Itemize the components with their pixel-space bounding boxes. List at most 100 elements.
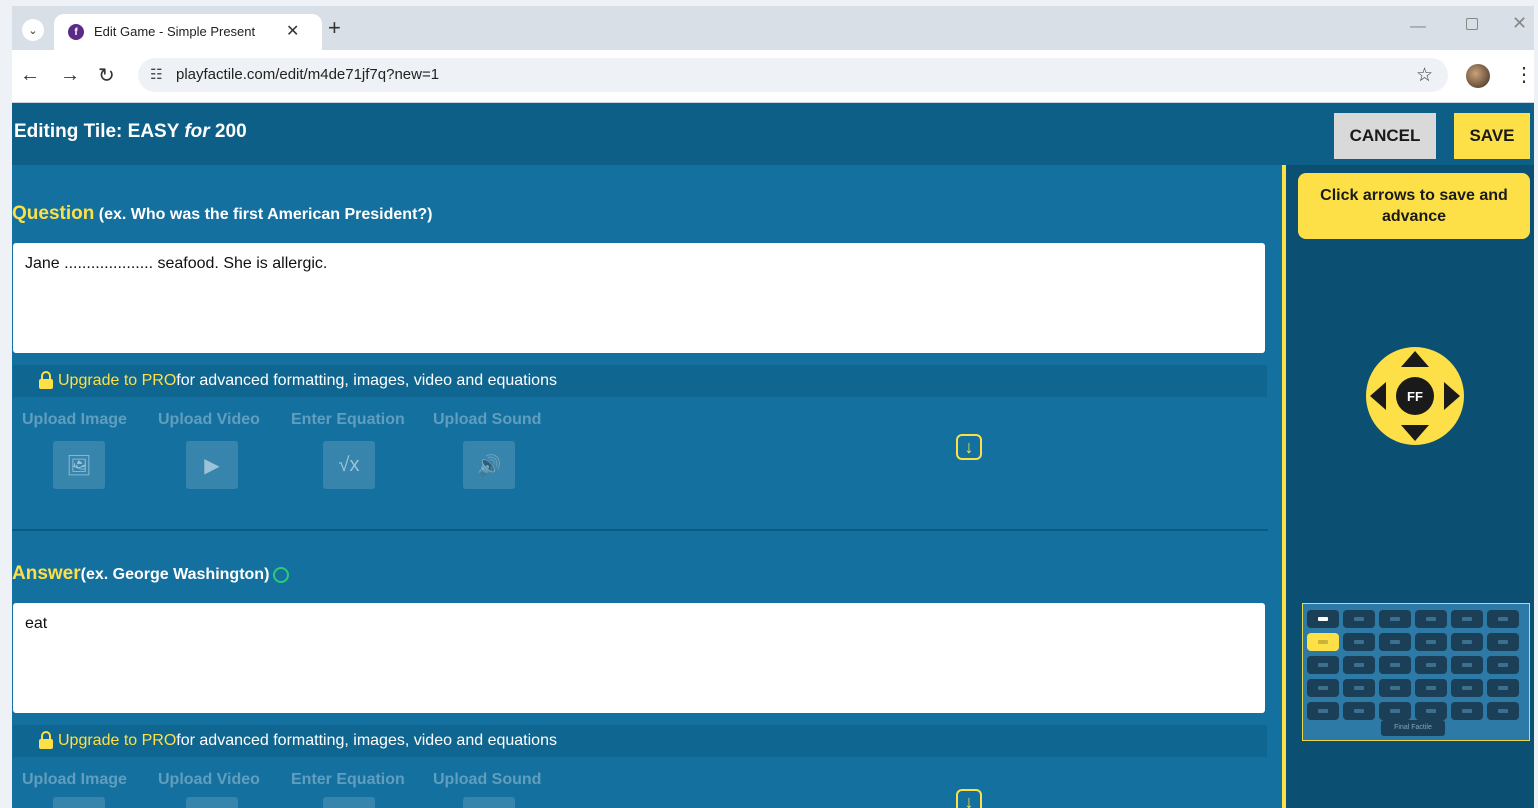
- browser-menu-icon[interactable]: ⋮: [1514, 62, 1534, 87]
- question-upgrade-bar: Upgrade to PROfor advanced formatting, i…: [13, 365, 1267, 397]
- minimap-tile[interactable]: [1307, 633, 1339, 651]
- new-tab-icon[interactable]: +: [328, 17, 341, 39]
- tab-close-icon[interactable]: ✕: [286, 21, 299, 41]
- minimap-tile[interactable]: [1343, 656, 1375, 674]
- editor-header: Editing Tile: EASY for 200 CANCEL SAVE: [12, 103, 1534, 165]
- minimap-tile[interactable]: [1307, 656, 1339, 674]
- right-arrow-icon[interactable]: [1444, 382, 1460, 410]
- minimap-tile[interactable]: [1487, 633, 1519, 651]
- minimap-tile[interactable]: [1451, 702, 1483, 720]
- minimap-tile[interactable]: [1379, 633, 1411, 651]
- question-title: Question: [12, 203, 95, 224]
- minimap-tile[interactable]: [1379, 610, 1411, 628]
- site-info-icon[interactable]: ☷: [150, 66, 163, 83]
- lock-icon: [39, 731, 53, 749]
- minimap-tile[interactable]: [1451, 679, 1483, 697]
- advance-tip: Click arrows to save and advance: [1298, 173, 1530, 239]
- upload-image-label: Upload Image: [22, 771, 127, 788]
- forward-arrow-icon[interactable]: →: [60, 64, 80, 87]
- factile-favicon-icon: f: [68, 24, 84, 40]
- minimap-tile[interactable]: [1415, 679, 1447, 697]
- title-for: for: [184, 121, 210, 142]
- title-value: 200: [209, 121, 247, 142]
- save-button[interactable]: SAVE: [1454, 113, 1530, 159]
- title-prefix: Editing Tile: EASY: [14, 121, 185, 142]
- minimap-tile[interactable]: [1379, 656, 1411, 674]
- minimap-tile[interactable]: [1487, 702, 1519, 720]
- back-arrow-icon[interactable]: ←: [20, 64, 40, 87]
- question-hint: (ex. Who was the first American Presiden…: [94, 206, 433, 223]
- upgrade-message: Upgrade to PROfor advanced formatting, i…: [58, 372, 557, 390]
- navigation-sidebar: Click arrows to save and advance FF Fina…: [1282, 165, 1534, 808]
- upload-video-label: Upload Video: [158, 411, 260, 428]
- factile-logo-icon: FF: [1396, 377, 1434, 415]
- answer-text: eat: [25, 615, 48, 632]
- upgrade-to-pro-link[interactable]: Upgrade to PRO: [58, 372, 176, 389]
- down-arrow-icon[interactable]: [1401, 425, 1429, 441]
- minimap-tile[interactable]: [1451, 610, 1483, 628]
- minimap-tile[interactable]: [1343, 679, 1375, 697]
- speaker-icon[interactable]: 🔊: [463, 441, 515, 489]
- minimap-tile[interactable]: [1415, 633, 1447, 651]
- lock-icon: [39, 371, 53, 389]
- browser-tab[interactable]: f Edit Game - Simple Present ✕: [54, 14, 322, 50]
- minimap-tile[interactable]: [1487, 656, 1519, 674]
- address-bar: ← → ↻ ☷ playfactile.com/edit/m4de71jf7q?…: [12, 50, 1534, 103]
- window-close-icon[interactable]: ✕: [1512, 13, 1527, 34]
- factile-editor-app: Editing Tile: EASY for 200 CANCEL SAVE Q…: [12, 103, 1534, 808]
- minimap-tile[interactable]: [1415, 702, 1447, 720]
- upgrade-to-pro-link[interactable]: Upgrade to PRO: [58, 732, 176, 749]
- image-icon[interactable]: 🖼: [53, 441, 105, 489]
- question-input[interactable]: Jane .................... seafood. She i…: [13, 243, 1265, 353]
- answer-hint: (ex. George Washington): [80, 566, 270, 583]
- answer-input[interactable]: eat: [13, 603, 1265, 713]
- url-field[interactable]: ☷ playfactile.com/edit/m4de71jf7q?new=1 …: [138, 58, 1448, 92]
- tab-title: Edit Game - Simple Present: [94, 24, 256, 39]
- left-arrow-icon[interactable]: [1370, 382, 1386, 410]
- download-arrow-icon[interactable]: ↓: [956, 434, 982, 460]
- video-clapper-icon[interactable]: ▶: [186, 441, 238, 489]
- cancel-button[interactable]: CANCEL: [1334, 113, 1436, 159]
- url-text: playfactile.com/edit/m4de71jf7q?new=1: [176, 66, 440, 83]
- minimap-tile[interactable]: [1343, 702, 1375, 720]
- video-clapper-icon[interactable]: [186, 797, 238, 808]
- restore-icon[interactable]: [1466, 18, 1478, 30]
- screenshot-frame: ⌄ f Edit Game - Simple Present ✕ + — ✕ ←…: [0, 0, 1538, 808]
- upgrade-message: Upgrade to PROfor advanced formatting, i…: [58, 732, 557, 750]
- minimap-final-tile[interactable]: Final Factile: [1381, 720, 1445, 736]
- upload-sound-label: Upload Sound: [433, 411, 542, 428]
- reload-icon[interactable]: ↻: [98, 63, 115, 88]
- minimap-tile[interactable]: [1415, 656, 1447, 674]
- upload-image-label: Upload Image: [22, 411, 127, 428]
- tab-search-chevron-icon[interactable]: ⌄: [22, 19, 44, 41]
- minimap-tile[interactable]: [1379, 679, 1411, 697]
- minimap-tile[interactable]: [1307, 679, 1339, 697]
- speaker-icon[interactable]: [463, 797, 515, 808]
- minimap-tile[interactable]: [1307, 702, 1339, 720]
- bookmark-star-icon[interactable]: ☆: [1416, 64, 1433, 87]
- answer-upgrade-bar: Upgrade to PROfor advanced formatting, i…: [13, 725, 1267, 757]
- answer-title: Answer: [12, 563, 81, 584]
- minimap-tile[interactable]: [1451, 656, 1483, 674]
- square-root-icon[interactable]: [323, 797, 375, 808]
- minimap-tile[interactable]: [1451, 633, 1483, 651]
- square-root-icon[interactable]: √x: [323, 441, 375, 489]
- minimize-icon[interactable]: —: [1410, 18, 1426, 36]
- page-title: Editing Tile: EASY for 200: [14, 121, 247, 143]
- download-arrow-icon[interactable]: ↓: [956, 789, 982, 808]
- image-icon[interactable]: [53, 797, 105, 808]
- answer-label: Answer(ex. George Washington): [12, 563, 290, 585]
- upload-sound-label: Upload Sound: [433, 771, 542, 788]
- profile-avatar[interactable]: [1466, 64, 1490, 88]
- minimap-tile[interactable]: [1343, 633, 1375, 651]
- minimap-tile[interactable]: [1343, 610, 1375, 628]
- section-divider: [12, 529, 1268, 531]
- minimap-tile[interactable]: [1415, 610, 1447, 628]
- arrow-pad: FF: [1366, 347, 1464, 445]
- minimap-tile[interactable]: [1487, 610, 1519, 628]
- minimap-tile[interactable]: [1307, 610, 1339, 628]
- up-arrow-icon[interactable]: [1401, 351, 1429, 367]
- upgrade-text: for advanced formatting, images, video a…: [176, 372, 557, 389]
- minimap-tile[interactable]: [1487, 679, 1519, 697]
- minimap-tile[interactable]: [1379, 702, 1411, 720]
